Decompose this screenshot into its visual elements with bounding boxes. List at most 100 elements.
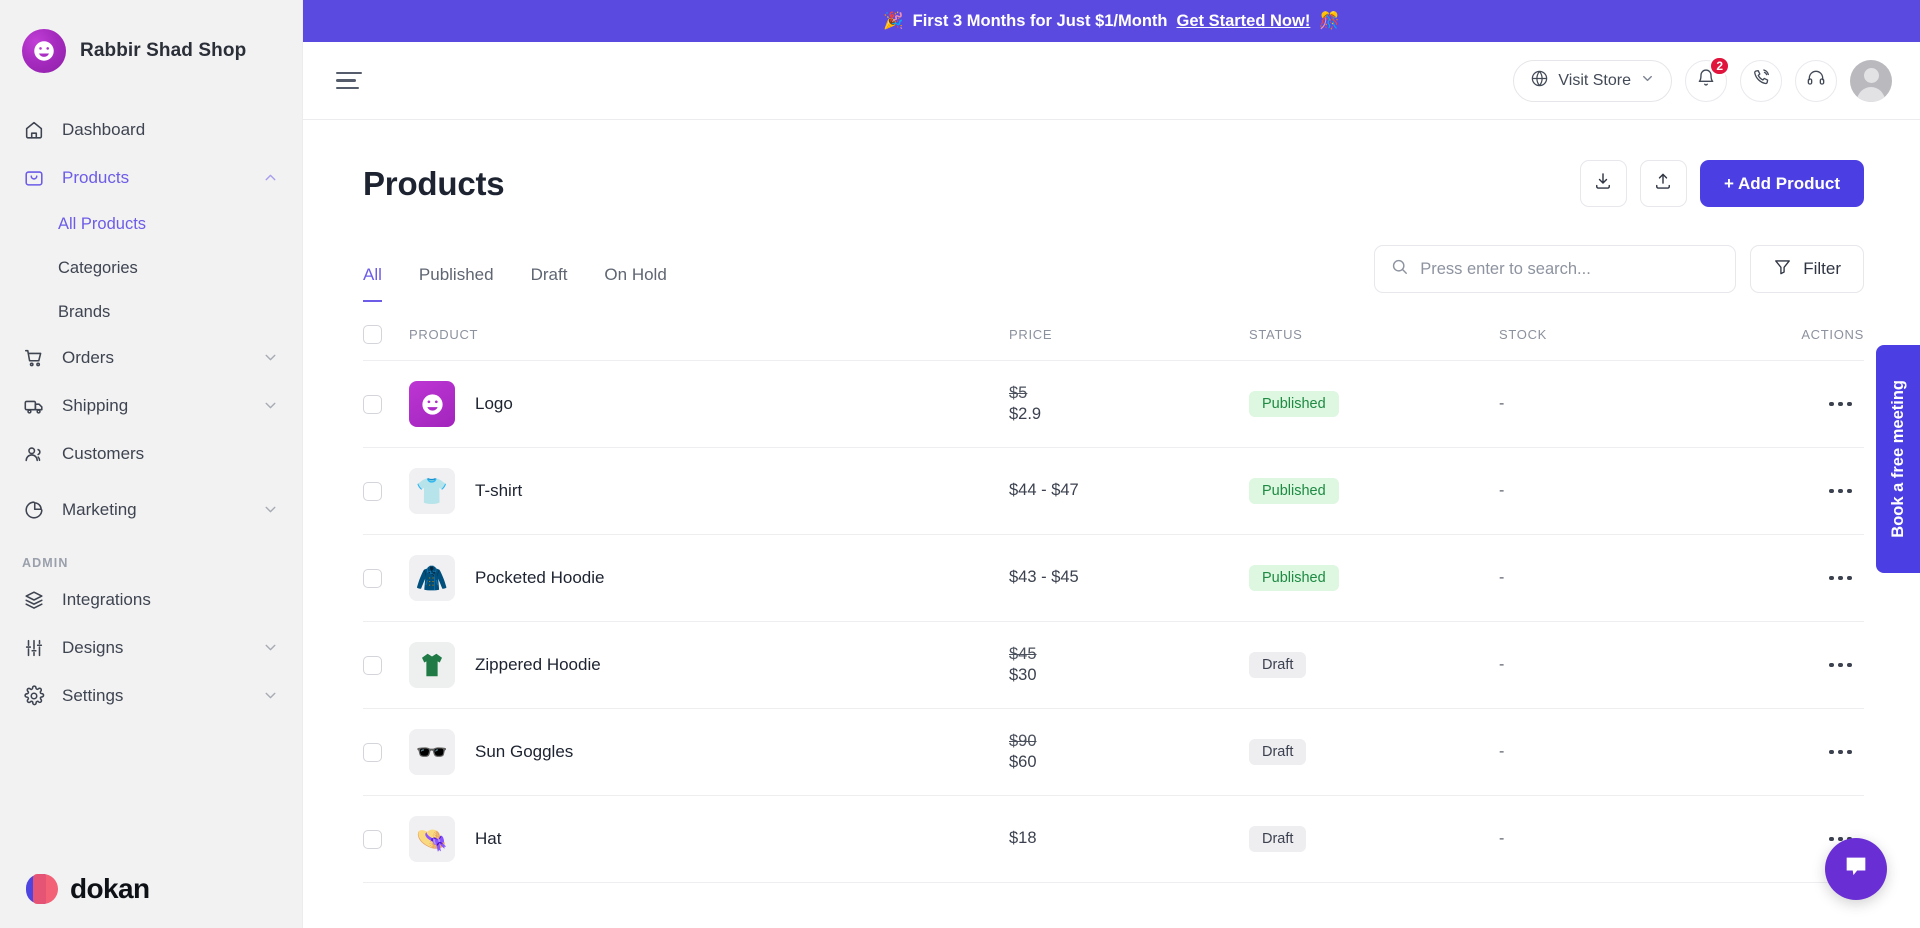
tab-on-hold[interactable]: On Hold <box>604 265 666 302</box>
product-name[interactable]: Pocketed Hoodie <box>475 568 604 588</box>
product-thumbnail: 🕶️ <box>409 729 455 775</box>
phone-icon <box>1751 68 1771 93</box>
dokan-mark-icon <box>26 872 60 906</box>
promo-cta-link[interactable]: Get Started Now! <box>1176 12 1310 31</box>
sidebar-item-designs[interactable]: Designs <box>0 624 302 672</box>
sidebar: Rabbir Shad Shop Dashboard Products All … <box>0 0 303 928</box>
book-meeting-tab[interactable]: Book a free meeting <box>1876 345 1920 573</box>
page-actions: + Add Product <box>1579 160 1864 207</box>
sidebar-item-dashboard[interactable]: Dashboard <box>0 106 302 154</box>
table-row: 👒 Hat $18 Draft - <box>363 795 1864 883</box>
visit-store-button[interactable]: Visit Store <box>1513 59 1672 102</box>
top-bar: Visit Store 2 <box>303 42 1920 120</box>
sidebar-item-shipping[interactable]: Shipping <box>0 382 302 430</box>
row-checkbox[interactable] <box>363 829 382 849</box>
row-checkbox[interactable] <box>363 568 382 588</box>
sidebar-item-orders[interactable]: Orders <box>0 334 302 382</box>
table-row: 🧥 Pocketed Hoodie $43 - $45 Published - <box>363 534 1864 622</box>
stock-value: - <box>1499 569 1505 586</box>
table-header: PRODUCT PRICE STATUS STOCK ACTIONS <box>363 309 1864 361</box>
sidebar-item-brands[interactable]: Brands <box>0 290 302 334</box>
chevron-up-icon <box>262 169 280 187</box>
upload-icon <box>1653 171 1673 196</box>
chevron-down-icon <box>262 687 280 705</box>
hamburger-icon[interactable] <box>336 71 362 90</box>
promo-banner[interactable]: 🎉 First 3 Months for Just $1/Month Get S… <box>303 0 1920 42</box>
tab-all[interactable]: All <box>363 265 382 302</box>
table-row: Zippered Hoodie $45 $30 Draft - <box>363 621 1864 709</box>
table-body: Logo $5 $2.9 Published - 👕 T-shirt $44 -… <box>363 360 1864 883</box>
search-box[interactable] <box>1374 245 1737 293</box>
product-price: $18 <box>1009 829 1037 848</box>
add-product-button[interactable]: + Add Product <box>1699 160 1864 207</box>
row-actions-button[interactable] <box>1729 488 1864 494</box>
table-row: 🕶️ Sun Goggles $90 $60 Draft - <box>363 708 1864 796</box>
sidebar-item-label: Marketing <box>62 500 137 519</box>
sidebar-item-products[interactable]: Products <box>0 154 302 202</box>
sidebar-item-customers[interactable]: Customers <box>0 430 302 478</box>
sidebar-item-all-products[interactable]: All Products <box>0 202 302 246</box>
sidebar-subitem-label: Categories <box>58 258 138 277</box>
row-checkbox[interactable] <box>363 742 382 762</box>
status-badge: Draft <box>1249 738 1307 766</box>
row-actions-button[interactable] <box>1729 662 1864 668</box>
product-name[interactable]: Zippered Hoodie <box>475 655 601 675</box>
stock-value: - <box>1499 656 1505 673</box>
notifications-button[interactable]: 2 <box>1685 55 1730 102</box>
sidebar-subitem-label: All Products <box>58 214 147 233</box>
table-row: 👕 T-shirt $44 - $47 Published - <box>363 447 1864 535</box>
row-checkbox[interactable] <box>363 655 382 675</box>
product-price: $5 $2.9 <box>1009 383 1249 426</box>
status-badge: Draft <box>1249 651 1307 679</box>
bag-icon <box>22 166 46 190</box>
price-sale: $2.9 <box>1009 405 1042 423</box>
product-name[interactable]: T-shirt <box>475 481 522 501</box>
notification-badge: 2 <box>1709 55 1730 76</box>
product-thumbnail <box>409 381 455 427</box>
product-price: $90 $60 <box>1009 731 1249 774</box>
sidebar-item-label: Integrations <box>62 590 151 609</box>
call-button[interactable] <box>1740 59 1782 102</box>
headset-icon <box>1806 68 1826 93</box>
column-header-stock: STOCK <box>1499 309 1729 361</box>
funnel-icon <box>1773 257 1792 281</box>
row-checkbox[interactable] <box>363 394 382 414</box>
product-name[interactable]: Sun Goggles <box>475 742 573 762</box>
support-button[interactable] <box>1795 59 1837 102</box>
row-actions-button[interactable] <box>1729 749 1864 755</box>
tab-published[interactable]: Published <box>419 265 494 302</box>
sidebar-section-admin: ADMIN <box>22 556 69 570</box>
sidebar-item-integrations[interactable]: Integrations <box>0 576 302 624</box>
status-badge: Published <box>1249 390 1339 418</box>
sidebar-item-categories[interactable]: Categories <box>0 246 302 290</box>
row-actions-button[interactable] <box>1729 575 1864 581</box>
sidebar-item-label: Products <box>62 168 130 187</box>
chat-widget-button[interactable] <box>1825 838 1887 900</box>
status-badge: Published <box>1249 477 1339 505</box>
avatar[interactable] <box>1850 59 1892 102</box>
table-row: Logo $5 $2.9 Published - <box>363 360 1864 448</box>
search-icon <box>1390 257 1409 281</box>
brand-header[interactable]: Rabbir Shad Shop <box>0 0 302 80</box>
product-name[interactable]: Hat <box>475 829 501 849</box>
sidebar-item-label: Shipping <box>62 396 129 415</box>
chevron-down-icon <box>262 397 280 415</box>
price-sale: $30 <box>1009 666 1037 684</box>
party-popper-icon: 🎉 <box>883 11 904 30</box>
column-header-price: PRICE <box>1009 309 1249 361</box>
home-icon <box>22 118 46 142</box>
select-all-checkbox[interactable] <box>363 325 382 344</box>
search-input[interactable] <box>1420 259 1721 279</box>
column-header-actions: ACTIONS <box>1729 309 1864 361</box>
sidebar-item-settings[interactable]: Settings <box>0 672 302 720</box>
product-name[interactable]: Logo <box>475 394 513 414</box>
export-button[interactable] <box>1639 160 1687 207</box>
import-button[interactable] <box>1579 160 1627 207</box>
row-checkbox[interactable] <box>363 481 382 501</box>
row-actions-button[interactable] <box>1729 401 1864 407</box>
sidebar-item-marketing[interactable]: Marketing <box>0 486 302 534</box>
page-title: Products <box>363 164 505 202</box>
tab-draft[interactable]: Draft <box>531 265 568 302</box>
stock-value: - <box>1499 743 1505 760</box>
filter-button[interactable]: Filter <box>1750 245 1864 293</box>
